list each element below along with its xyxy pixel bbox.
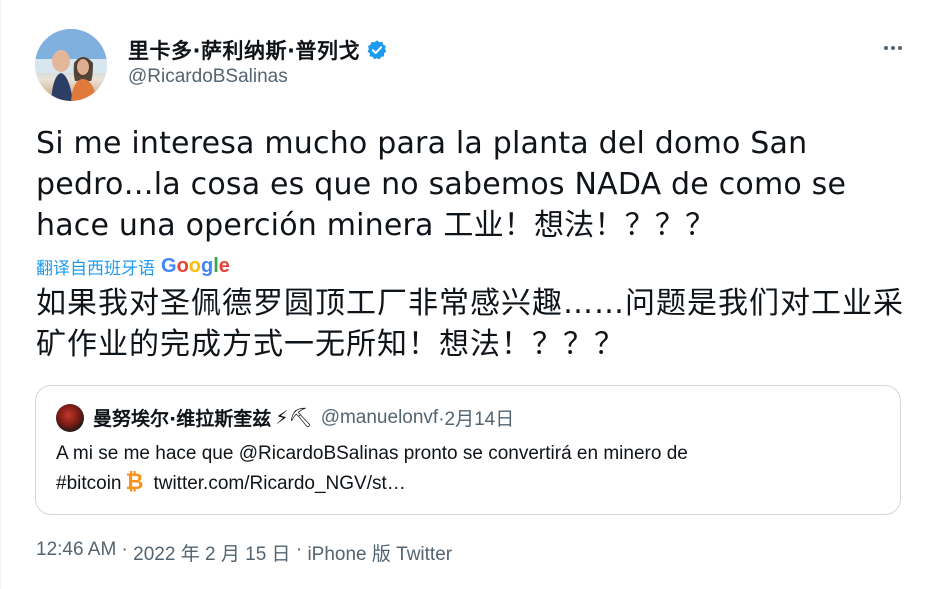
tweet-card: 里卡多·萨利纳斯·普列戈 @RicardoBSalinas Si me inte… [0, 0, 944, 589]
quoted-link: twitter.com/Ricardo_NGV/st… [153, 473, 406, 494]
meta-separator: · [116, 539, 134, 560]
bitcoin-icon: ₿ [125, 469, 144, 494]
tweet-meta: 12:46 AM · 2022 年 2 月 15 日 · iPhone 版 Tw… [36, 539, 452, 566]
quoted-tweet-header: 曼努埃尔·维拉斯奎兹 ⚡⛏ @manuelonvf ·2月14日 [93, 404, 514, 431]
author-name-row: 里卡多·萨利纳斯·普列戈 [128, 35, 388, 65]
quoted-tweet-text: A mi se me hace que @RicardoBSalinas pro… [56, 440, 876, 498]
meta-separator: · [290, 539, 308, 560]
avatar-photo [35, 29, 107, 101]
translated-text: 如果我对圣佩德罗圆顶工厂非常感兴趣……问题是我们对工业采矿作业的完成方式一无所知… [36, 286, 904, 362]
tweet-text: Si me interesa mucho para la planta del … [36, 126, 847, 243]
tweet-time[interactable]: 12:46 AM [36, 539, 116, 566]
more-horizontal-icon[interactable] [878, 36, 908, 60]
translate-label[interactable]: 翻译自西班牙语 [36, 254, 155, 279]
author-handle[interactable]: @RicardoBSalinas [128, 66, 288, 88]
quoted-author-name: 曼努埃尔·维拉斯奎兹 [93, 408, 272, 430]
lightning-pick-emoji: ⚡⛏ [275, 407, 313, 429]
translate-row[interactable]: 翻译自西班牙语 Google [36, 254, 230, 279]
quoted-text-line: A mi se me hace que @RicardoBSalinas pro… [56, 443, 688, 464]
quoted-tweet-date: ·2月14日 [438, 409, 515, 430]
tweet-date[interactable]: 2022 年 2 月 15 日 [133, 539, 290, 566]
quoted-author-avatar[interactable] [56, 404, 84, 432]
quoted-tweet[interactable]: 曼努埃尔·维拉斯奎兹 ⚡⛏ @manuelonvf ·2月14日 A mi se… [35, 385, 901, 515]
more-dot [891, 46, 895, 50]
bitcoin-hashtag: #bitcoin [56, 473, 122, 494]
author-avatar[interactable] [35, 29, 107, 101]
quoted-author-handle: @manuelonvf [320, 406, 439, 428]
verified-badge-icon [367, 40, 387, 60]
tweet-source[interactable]: iPhone 版 Twitter [307, 539, 452, 566]
quoted-text-line: #bitcoin ₿ twitter.com/Ricardo_NGV/st… [56, 468, 876, 498]
more-dot [898, 46, 902, 50]
more-dot [884, 46, 888, 50]
google-logo: Google [161, 255, 230, 277]
author-display-name[interactable]: 里卡多·萨利纳斯·普列戈 [128, 35, 360, 65]
